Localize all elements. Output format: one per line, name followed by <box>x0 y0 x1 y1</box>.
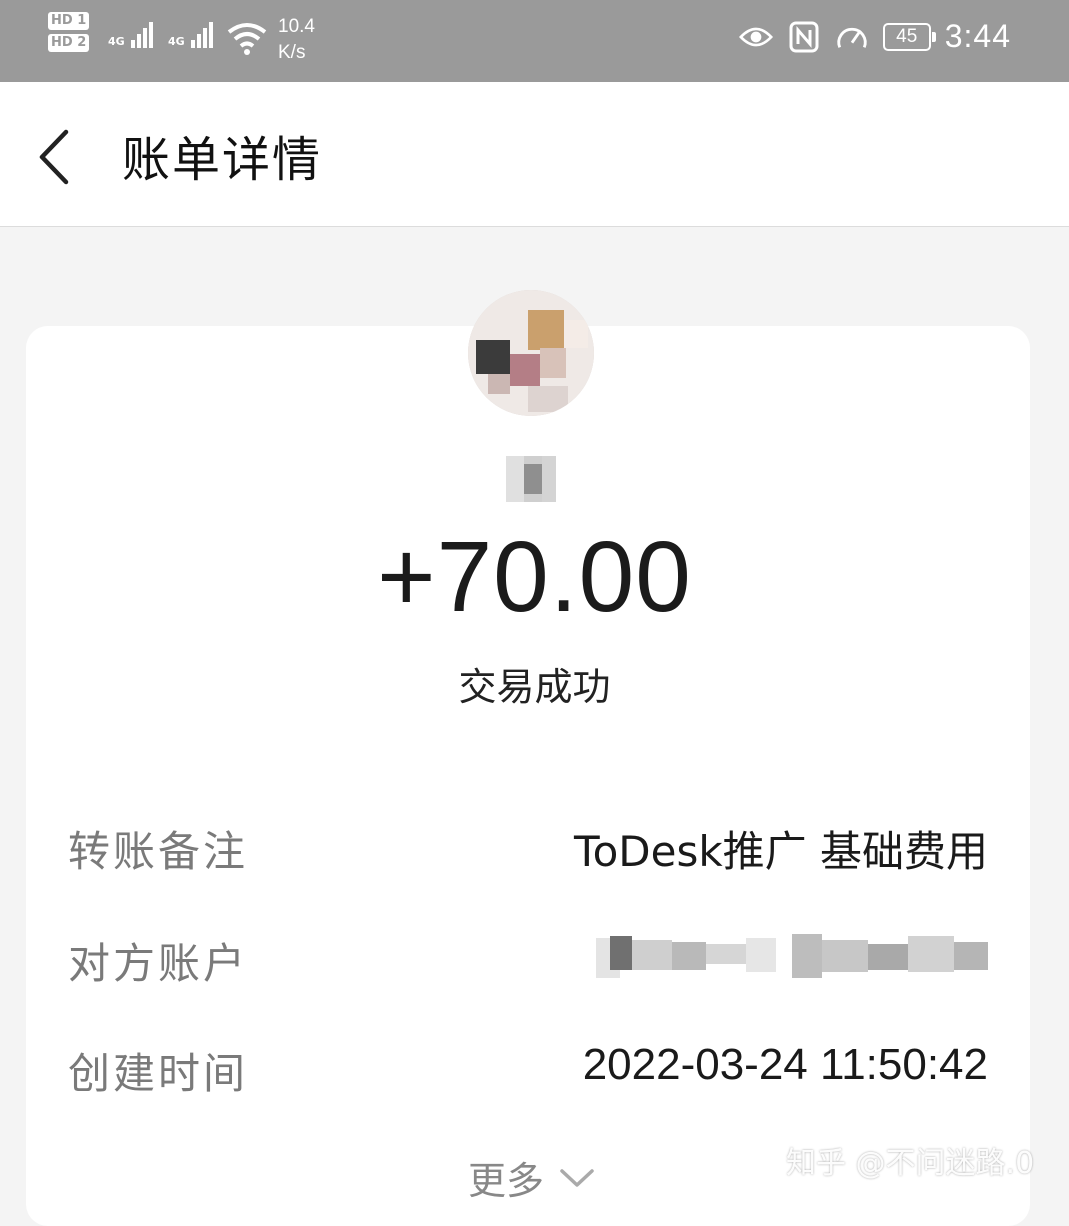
account-label: 对方账户 <box>68 939 249 988</box>
more-label: 更多 <box>468 1159 545 1203</box>
status-bar: HD 1 HD 2 4G 4G 10.4 K/s 45 3:44 <box>0 0 1069 82</box>
network-speed: 10.4 K/s <box>278 14 315 66</box>
transaction-status: 交易成功 <box>458 665 611 709</box>
payer-name-blurred <box>506 456 556 502</box>
remark-label: 转账备注 <box>68 827 249 876</box>
signal-bars-icon <box>130 22 155 48</box>
detail-row-account: 对方账户 <box>68 930 988 990</box>
app-header: 账单详情 <box>0 82 1069 227</box>
signal-2: 4G <box>168 22 215 48</box>
back-button[interactable] <box>32 122 82 192</box>
chevron-left-icon <box>39 129 69 185</box>
network-type-1: 4G <box>108 35 125 48</box>
created-time-value: 2022-03-24 11:50:42 <box>582 1040 988 1089</box>
signal-bars-icon <box>190 22 215 48</box>
watermark: 知乎 @不问迷路.0 <box>786 1146 1035 1181</box>
eye-icon <box>738 20 773 54</box>
detail-row-remark: 转账备注 ToDesk推广 基础费用 <box>68 818 988 878</box>
hd1-badge: HD 1 <box>48 12 90 30</box>
wifi-icon <box>226 20 268 60</box>
network-type-2: 4G <box>168 35 185 48</box>
page-title: 账单详情 <box>122 132 323 188</box>
hd2-badge: HD 2 <box>48 34 90 52</box>
account-value-blurred <box>596 930 988 986</box>
signal-1: 4G <box>108 22 155 48</box>
created-time-label: 创建时间 <box>68 1049 249 1098</box>
speed-gauge-icon <box>835 20 869 54</box>
speed-unit: K/s <box>278 42 306 63</box>
remark-value: ToDesk推广 基础费用 <box>574 827 988 876</box>
clock: 3:44 <box>944 18 1011 54</box>
detail-row-created-time: 创建时间 2022-03-24 11:50:42 <box>68 1040 988 1100</box>
hd-indicator: HD 1 HD 2 <box>48 12 90 56</box>
speed-value: 10.4 <box>278 16 315 37</box>
more-button[interactable]: 更多 <box>468 1150 596 1205</box>
avatar <box>468 290 594 416</box>
chevron-down-icon <box>560 1168 594 1187</box>
battery-indicator: 45 <box>882 22 936 51</box>
nfc-icon <box>787 20 821 54</box>
transaction-amount: +70.00 <box>377 521 692 633</box>
